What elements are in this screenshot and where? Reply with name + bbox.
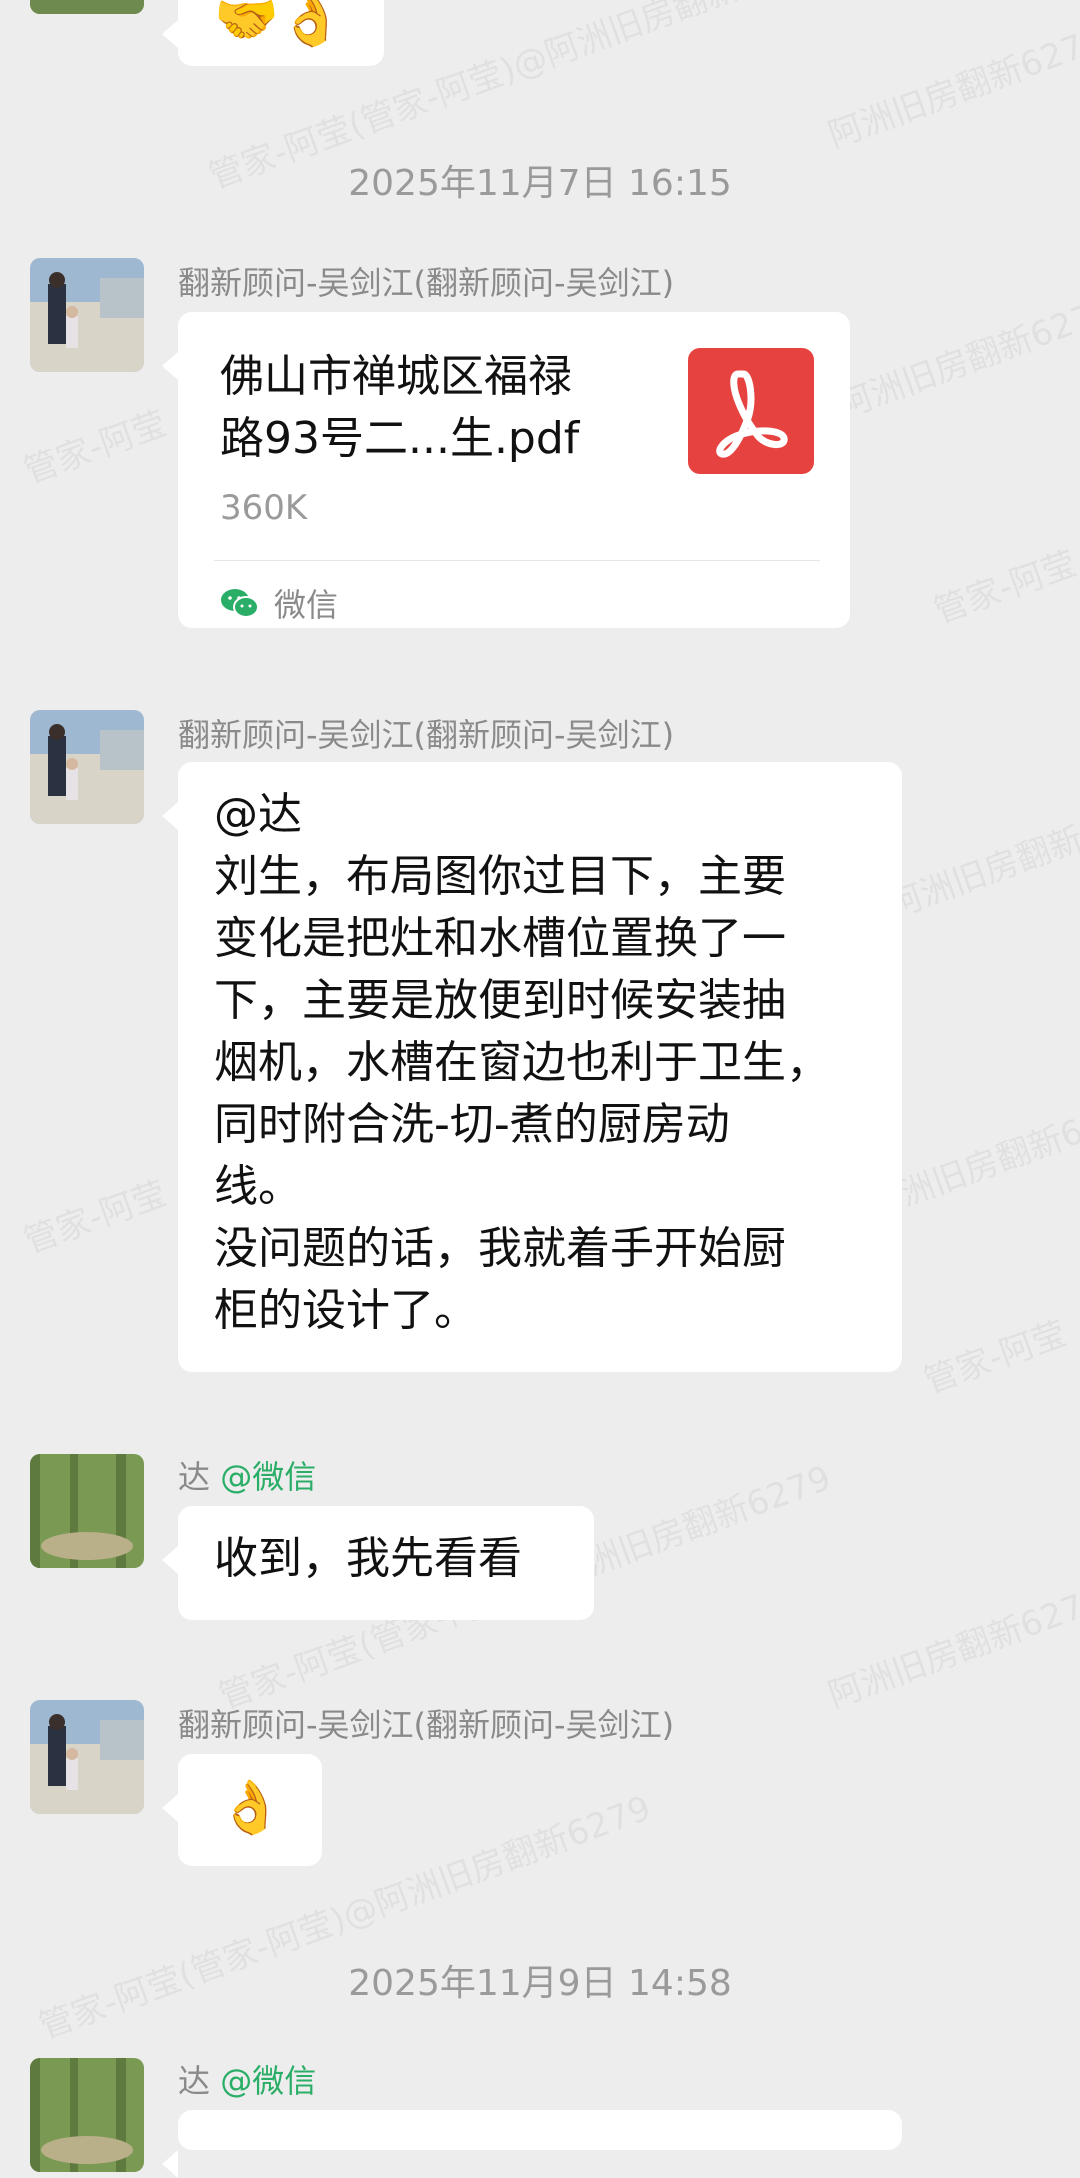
message-bubble[interactable] (162, 2110, 902, 2178)
timestamp: 2025年11月7日 16:15 (348, 163, 732, 204)
sender-name: 达 @微信 (178, 1458, 317, 1496)
message-line: 线。 (214, 1161, 302, 1212)
sender-name: 翻新顾问-吴剑江(翻新顾问-吴剑江) (178, 1706, 675, 1744)
message-line: @达 (214, 789, 302, 840)
message-bubble[interactable]: 🤝👌 (162, 0, 384, 66)
text-message-bubble[interactable]: 收到，我先看看 (162, 1506, 594, 1620)
message-line: 烟机，水槽在窗边也利于卫生， (214, 1037, 830, 1088)
watermark: 管家-阿莹 (918, 1313, 1072, 1402)
avatar[interactable] (30, 2058, 144, 2172)
file-name: 佛山市禅城区福禄 路93号二...生.pdf (220, 351, 580, 464)
avatar-image (30, 710, 144, 824)
file-message-card[interactable]: 佛山市禅城区福禄 路93号二...生.pdf 360K 微信 (162, 312, 850, 628)
message-bubble[interactable]: 👌 (162, 1754, 322, 1866)
watermark: 管家-阿莹(管家-阿莹)@阿洲旧房翻新6279 (33, 1788, 657, 2048)
avatar[interactable] (30, 710, 144, 824)
avatar[interactable] (30, 0, 144, 14)
sender-name: 翻新顾问-吴剑江(翻新顾问-吴剑江) (178, 264, 675, 302)
timestamp: 2025年11月9日 14:58 (348, 1963, 732, 2004)
watermark: 阿洲旧房翻新6279 (883, 789, 1080, 927)
message-line: 没问题的话，我就着手开始厨 (214, 1223, 786, 1274)
wechat-tag: @微信 (220, 2062, 317, 2100)
pdf-icon (688, 348, 814, 474)
text-message-bubble[interactable]: @达 刘生，布局图你过目下，主要 变化是把灶和水槽位置换了一 下，主要是放便到时… (162, 762, 902, 1372)
file-source: 微信 (220, 580, 338, 626)
wechat-icon (221, 589, 259, 618)
avatar-image (30, 1454, 144, 1568)
watermark: 管家-阿莹 (18, 403, 172, 492)
emoji-content: 🤝👌 (214, 0, 344, 50)
chat-view[interactable]: 管家-阿莹(管家-阿莹)@阿洲旧房翻新6279 阿洲旧房翻新6279 管家-阿莹… (0, 0, 1080, 2178)
watermark: 阿洲旧房翻新6279 (833, 289, 1080, 427)
avatar[interactable] (30, 258, 144, 372)
watermark: 阿洲旧房翻新6279 (823, 1579, 1080, 1717)
avatar[interactable] (30, 1454, 144, 1568)
emoji-content: 👌 (218, 1778, 283, 1838)
message-line: 收到，我先看看 (214, 1533, 522, 1584)
message-line: 下，主要是放便到时候安装抽 (214, 975, 786, 1026)
message-line: 变化是把灶和水槽位置换了一 (214, 913, 786, 964)
message-line: 刘生，布局图你过目下，主要 (214, 851, 786, 902)
avatar-image (30, 1700, 144, 1814)
watermark: 管家-阿莹 (928, 543, 1080, 632)
divider (214, 560, 820, 561)
watermark: 管家-阿莹 (18, 1173, 172, 1262)
wechat-tag: @微信 (220, 1458, 317, 1496)
watermark: 阿洲旧房翻新6279 (823, 19, 1080, 157)
avatar-image (30, 0, 144, 14)
message-line: 柜的设计了。 (214, 1285, 478, 1336)
avatar[interactable] (30, 1700, 144, 1814)
sender-name: 翻新顾问-吴剑江(翻新顾问-吴剑江) (178, 716, 675, 754)
message-line: 同时附合洗-切-煮的厨房动 (214, 1099, 730, 1150)
avatar-image (30, 2058, 144, 2172)
file-size: 360K (220, 488, 308, 528)
sender-name: 达 @微信 (178, 2062, 317, 2100)
avatar-image (30, 258, 144, 372)
